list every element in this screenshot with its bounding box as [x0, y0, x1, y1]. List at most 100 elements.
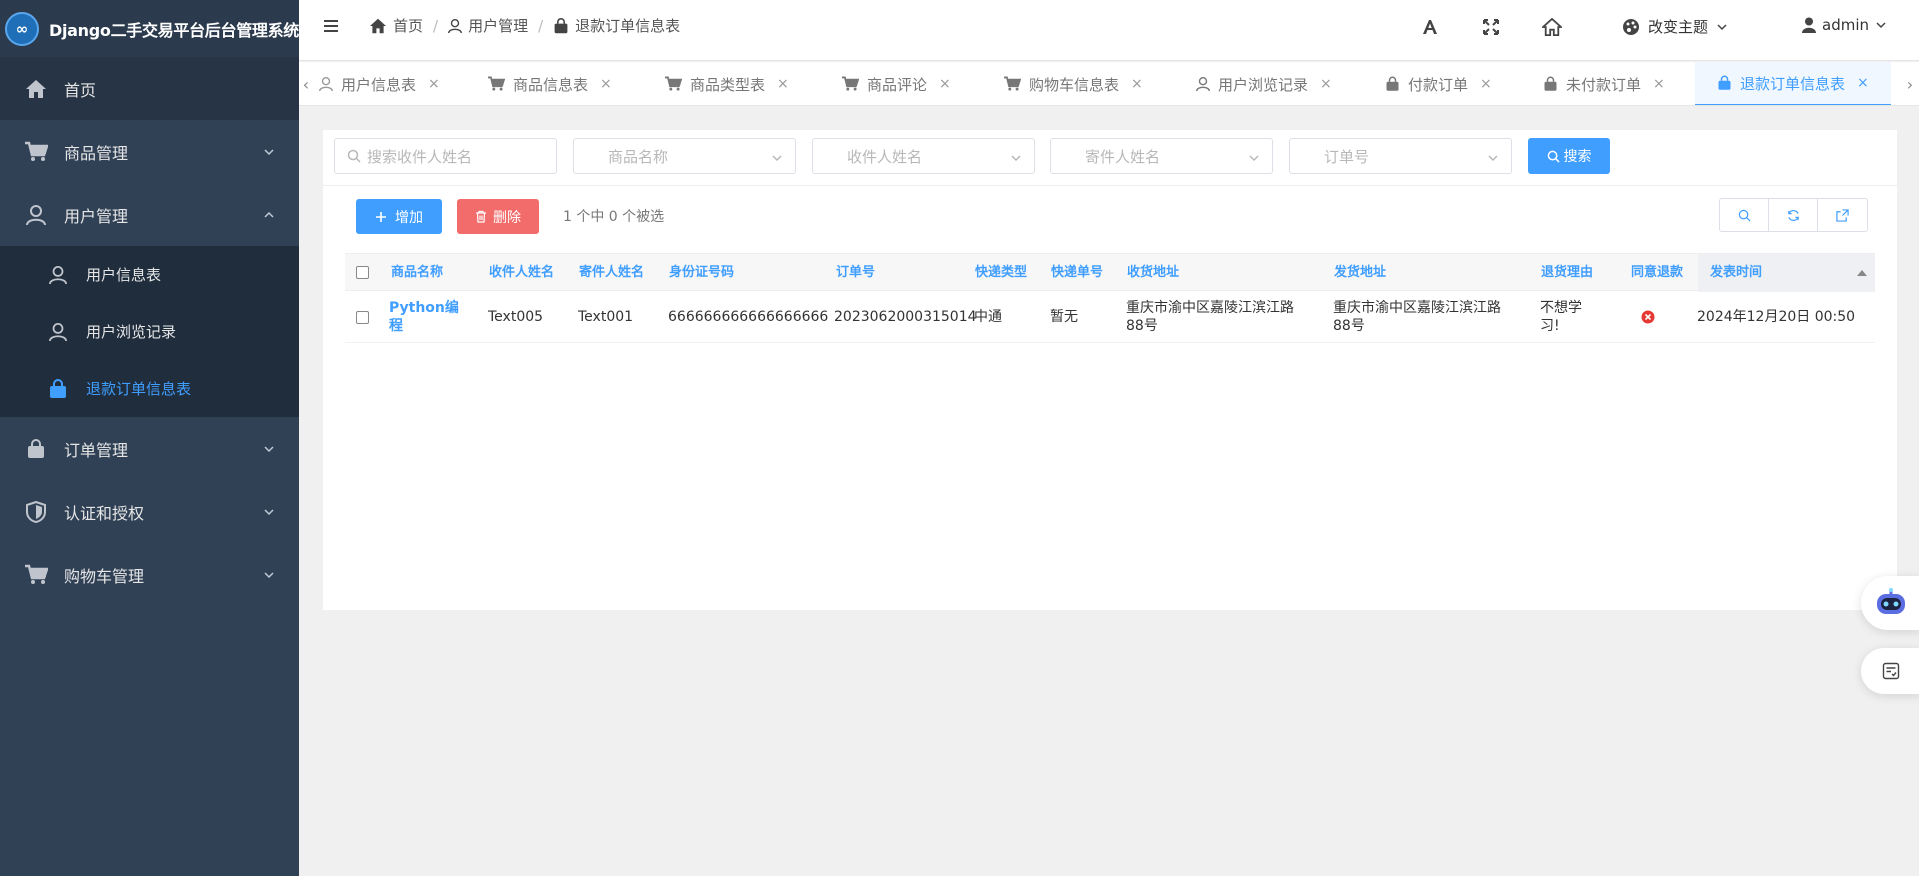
tab-close-icon[interactable]: × — [1857, 75, 1869, 91]
search-icon — [1738, 209, 1751, 222]
app-logo-bar: ∞ Django二手交易平台后台管理系统 — [0, 0, 299, 57]
users-submenu: 用户信息表 用户浏览记录 退款订单信息表 — [0, 246, 299, 417]
column-header-id-number[interactable]: 身份证号码 — [669, 254, 734, 292]
goods-name-select[interactable]: 商品名称 — [573, 138, 796, 174]
sender-name-select[interactable]: 寄件人姓名 — [1050, 138, 1273, 174]
tab-close-icon[interactable]: × — [428, 76, 440, 92]
receiver-name-select[interactable]: 收件人姓名 — [812, 138, 1035, 174]
column-header-order-no[interactable]: 订单号 — [836, 254, 875, 292]
address-line: 重庆市渝中区嘉陵江滨江路 — [1126, 300, 1294, 316]
content-card: 搜索收件人姓名 商品名称 收件人姓名 寄件人姓名 订单号 搜索 增加 删除 1 … — [323, 130, 1897, 610]
sort-ascending-icon — [1857, 270, 1867, 276]
order-no-select[interactable]: 订单号 — [1289, 138, 1512, 174]
filter-bar: 搜索收件人姓名 商品名称 收件人姓名 寄件人姓名 订单号 搜索 — [323, 130, 1897, 186]
sender-cell: Text001 — [578, 309, 634, 325]
palette-icon — [1622, 18, 1640, 36]
tabs-scroll-left-icon[interactable]: ‹ — [299, 62, 313, 105]
sidebar-item-auth[interactable]: 认证和授权 — [0, 480, 299, 543]
express-type-cell: 中通 — [974, 309, 1002, 325]
chevron-down-icon — [1875, 19, 1887, 31]
breadcrumb-label: 用户管理 — [468, 17, 529, 35]
sidebar-item-user-browse[interactable]: 用户浏览记录 — [0, 303, 299, 360]
column-header-express-no[interactable]: 快递单号 — [1051, 254, 1103, 292]
sidebar-item-label: 购物车管理 — [64, 566, 145, 586]
search-receiver-input[interactable]: 搜索收件人姓名 — [334, 138, 557, 174]
tab-label: 退款订单信息表 — [1740, 74, 1846, 93]
selection-count: 1 个中 0 个被选 — [563, 209, 665, 225]
tab-paid-orders[interactable]: 付款订单 × — [1385, 62, 1492, 105]
sidebar-item-home[interactable]: 首页 — [0, 57, 299, 120]
tab-cart-info[interactable]: 购物车信息表 × — [1003, 62, 1143, 105]
username: admin — [1822, 16, 1869, 34]
hamburger-menu-icon[interactable] — [323, 18, 339, 34]
chevron-down-icon — [1716, 21, 1728, 33]
tab-user-info[interactable]: 用户信息表 × — [319, 62, 440, 105]
column-header-sender[interactable]: 寄件人姓名 — [579, 254, 644, 292]
sidebar-item-cart[interactable]: 购物车管理 — [0, 543, 299, 606]
tab-close-icon[interactable]: × — [1320, 76, 1332, 92]
column-header-agree-refund[interactable]: 同意退款 — [1631, 254, 1683, 292]
column-header-publish-time[interactable]: 发表时间 — [1698, 254, 1875, 292]
delete-button[interactable]: 删除 — [457, 199, 539, 234]
reason-line: 习! — [1540, 318, 1560, 334]
cart-icon — [664, 76, 682, 92]
tab-user-browse[interactable]: 用户浏览记录 × — [1196, 62, 1332, 105]
sidebar-item-label: 用户信息表 — [86, 266, 162, 284]
tab-close-icon[interactable]: × — [600, 76, 612, 92]
add-button[interactable]: 增加 — [356, 199, 442, 234]
address-line: 88号 — [1126, 318, 1158, 334]
tab-unpaid-orders[interactable]: 未付款订单 × — [1543, 62, 1665, 105]
row-checkbox[interactable] — [356, 311, 369, 324]
tab-goods-type[interactable]: 商品类型表 × — [664, 62, 789, 105]
home-icon[interactable] — [1542, 18, 1562, 36]
shopping-bag-icon — [48, 378, 68, 399]
column-header-send-address[interactable]: 发货地址 — [1334, 254, 1386, 292]
user-dropdown[interactable]: admin — [1802, 16, 1887, 34]
column-header-reason[interactable]: 退货理由 — [1541, 254, 1593, 292]
breadcrumb-user-management[interactable]: 用户管理 — [448, 15, 528, 36]
sidebar-item-users[interactable]: 用户管理 — [0, 183, 299, 246]
tab-goods-info[interactable]: 商品信息表 × — [487, 62, 612, 105]
column-header-receive-address[interactable]: 收货地址 — [1127, 254, 1179, 292]
sidebar-item-label: 商品管理 — [64, 143, 129, 163]
reason-line: 不想学 — [1540, 300, 1582, 316]
table-row[interactable]: Python编 程 Text005 Text001 66666666666666… — [345, 291, 1875, 343]
search-button[interactable]: 搜索 — [1528, 138, 1610, 174]
tab-label: 用户浏览记录 — [1218, 75, 1309, 94]
tab-close-icon[interactable]: × — [1653, 76, 1665, 92]
tab-close-icon[interactable]: × — [777, 76, 789, 92]
notes-button[interactable] — [1861, 648, 1919, 694]
chevron-down-icon — [1248, 152, 1260, 164]
column-header-receiver[interactable]: 收件人姓名 — [489, 254, 554, 292]
column-header-goods-name[interactable]: 商品名称 — [391, 254, 443, 292]
column-header-express-type[interactable]: 快递类型 — [975, 254, 1027, 292]
tab-label: 商品类型表 — [690, 75, 766, 94]
export-button[interactable] — [1818, 199, 1867, 231]
sidebar-item-user-info[interactable]: 用户信息表 — [0, 246, 299, 303]
tab-refund-orders[interactable]: 退款订单信息表 × — [1695, 62, 1891, 105]
tab-label: 购物车信息表 — [1029, 75, 1120, 94]
sidebar-item-goods[interactable]: 商品管理 — [0, 120, 299, 183]
tab-close-icon[interactable]: × — [939, 76, 951, 92]
toggle-search-button[interactable] — [1720, 199, 1769, 231]
select-all-checkbox[interactable] — [356, 266, 369, 279]
tab-close-icon[interactable]: × — [1480, 76, 1492, 92]
refresh-button[interactable] — [1769, 199, 1818, 231]
home-icon — [24, 77, 48, 101]
user-icon — [319, 76, 333, 92]
goods-name-link[interactable]: Python编 程 — [389, 299, 459, 335]
breadcrumb-home[interactable]: 首页 — [369, 15, 423, 36]
fullscreen-icon[interactable] — [1482, 18, 1500, 36]
tabs-scroll-right-icon[interactable]: › — [1903, 62, 1917, 105]
search-icon — [347, 149, 361, 163]
tab-close-icon[interactable]: × — [1131, 76, 1143, 92]
shopping-bag-icon — [1543, 76, 1558, 92]
chevron-down-icon — [1487, 152, 1499, 164]
sidebar-item-refund-orders[interactable]: 退款订单信息表 — [0, 360, 299, 417]
change-theme-dropdown[interactable]: 改变主题 — [1622, 16, 1728, 37]
receive-address-cell: 重庆市渝中区嘉陵江滨江路 88号 — [1126, 299, 1294, 335]
tab-goods-comment[interactable]: 商品评论 × — [841, 62, 951, 105]
font-size-icon[interactable] — [1421, 18, 1439, 36]
sidebar-item-orders[interactable]: 订单管理 — [0, 417, 299, 480]
ai-assistant-button[interactable] — [1861, 576, 1919, 630]
